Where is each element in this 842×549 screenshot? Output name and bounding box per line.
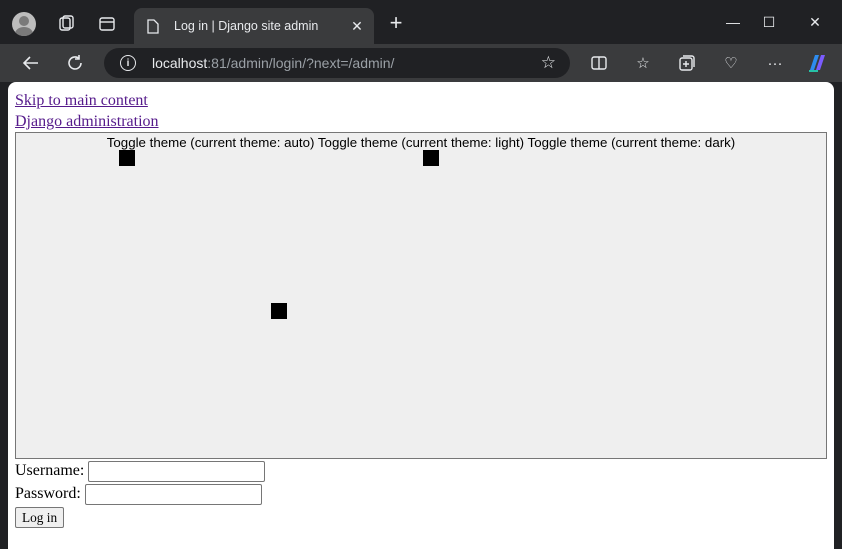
password-input[interactable] [84, 484, 262, 505]
star-icon[interactable]: ☆ [541, 53, 556, 73]
theme-toggle-button[interactable]: Toggle theme (current theme: auto) Toggl… [15, 132, 827, 459]
close-tab-icon[interactable]: ✕ [348, 17, 366, 35]
new-tab-icon[interactable]: + [384, 12, 408, 36]
collections-icon[interactable] [676, 52, 698, 74]
username-row: Username: [15, 461, 266, 482]
login-button[interactable]: Log in [15, 507, 65, 528]
more-options-icon[interactable]: ··· [764, 52, 786, 74]
theme-light-icon [423, 150, 439, 166]
browser-toolbar: i localhost:81/admin/login/?next=/admin/… [0, 44, 842, 82]
reload-icon[interactable] [62, 50, 88, 76]
close-window-icon[interactable]: ✕ [792, 8, 838, 36]
site-name-link[interactable]: Django administration [15, 113, 159, 131]
skip-to-content-link[interactable]: Skip to main content [15, 92, 148, 110]
tab-active[interactable]: Log in | Django site admin ✕ [134, 8, 374, 44]
site-info-icon[interactable]: i [120, 55, 136, 71]
address-url: localhost:81/admin/login/?next=/admin/ [152, 55, 395, 71]
copilot-icon[interactable] [806, 52, 828, 74]
page-viewport: Skip to main content Django administrati… [8, 82, 834, 549]
theme-dark-icon [271, 303, 287, 319]
tab-title: Log in | Django site admin [174, 19, 319, 33]
workspaces-icon[interactable] [54, 12, 78, 36]
username-input[interactable] [88, 461, 266, 482]
password-row: Password: [15, 484, 262, 505]
username-label: Username: [15, 462, 85, 480]
profile-avatar-icon[interactable] [12, 12, 36, 36]
tab-actions-icon[interactable] [95, 12, 119, 36]
favorites-icon[interactable]: ☆ [632, 52, 654, 74]
maximize-icon[interactable]: ☐ [746, 8, 792, 36]
back-arrow-icon[interactable] [18, 50, 44, 76]
password-label: Password: [15, 485, 81, 503]
theme-toggle-text: Toggle theme (current theme: auto) Toggl… [106, 135, 736, 150]
theme-auto-icon [119, 150, 135, 166]
page-icon [144, 17, 162, 35]
split-screen-icon[interactable] [588, 52, 610, 74]
address-bar[interactable]: i localhost:81/admin/login/?next=/admin/… [104, 48, 570, 78]
browser-essentials-icon[interactable]: ♡ [720, 52, 742, 74]
browser-title-bar: Log in | Django site admin ✕ + — ☐ ✕ [0, 0, 842, 44]
